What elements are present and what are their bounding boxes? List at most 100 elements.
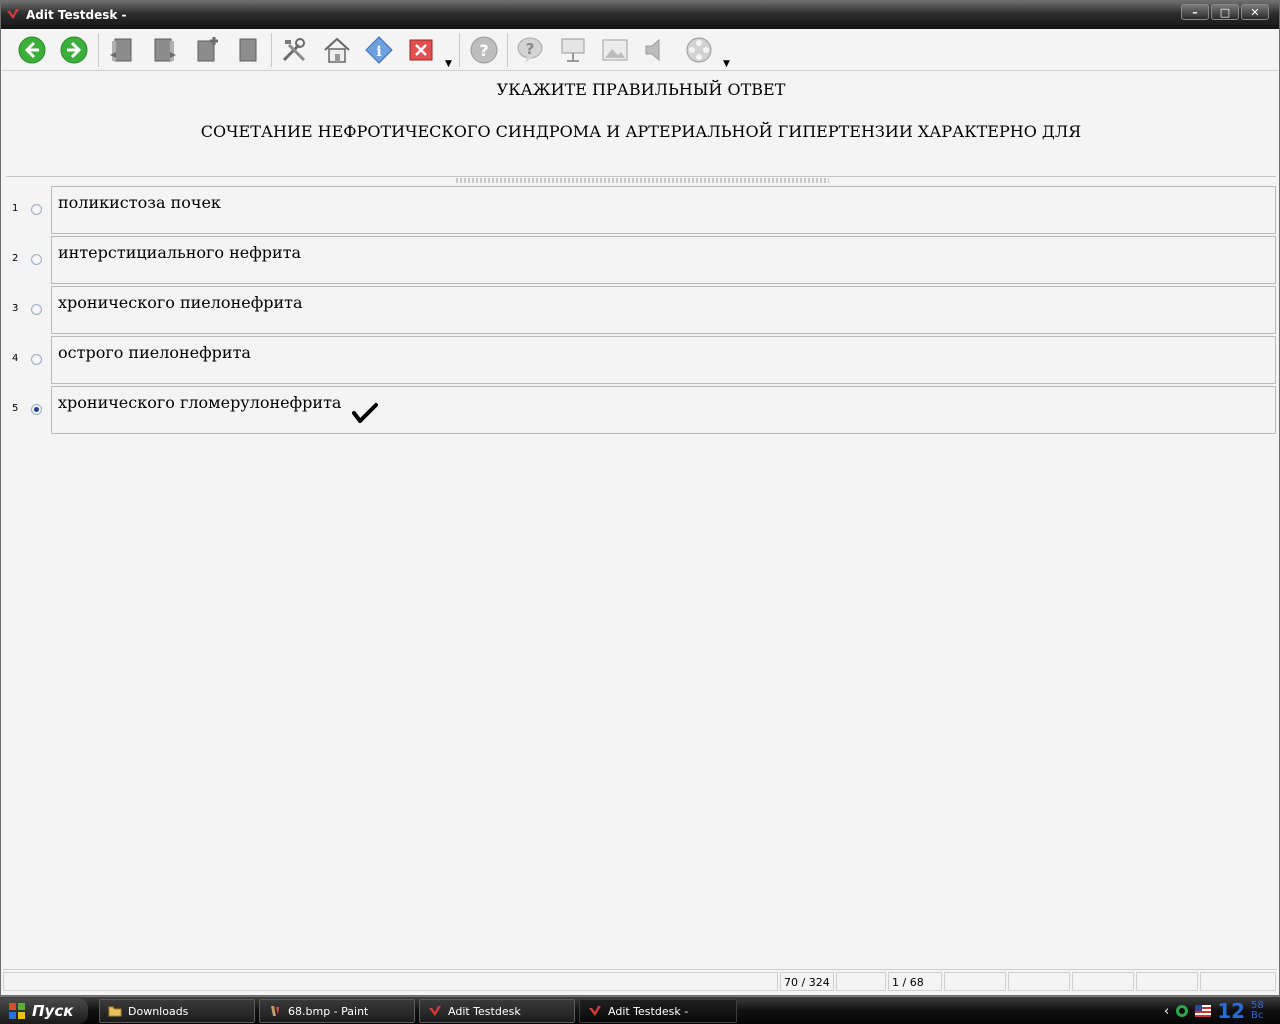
home-button[interactable] xyxy=(320,33,354,67)
answer-radio-3[interactable] xyxy=(31,304,42,315)
answer-box[interactable]: хронического пиелонефрита xyxy=(51,286,1276,334)
answer-number: 2 xyxy=(12,253,19,264)
tools-button[interactable] xyxy=(277,33,311,67)
dropdown-arrow-icon[interactable]: ▼ xyxy=(723,59,730,69)
answer-text: хронического гломерулонефрита xyxy=(58,393,342,412)
book-add-button[interactable] xyxy=(190,33,224,67)
answer-text: поликистоза почек xyxy=(58,193,221,212)
progress-counter: 70 / 324 xyxy=(780,972,834,991)
status-cell xyxy=(1072,972,1134,991)
answer-row-1[interactable]: 1 поликистоза почек xyxy=(6,186,1276,234)
status-cell xyxy=(944,972,1006,991)
app-logo-icon xyxy=(589,1006,601,1016)
chevron-left-icon[interactable]: ‹ xyxy=(1164,1004,1169,1019)
svg-text:i: i xyxy=(376,44,381,60)
task-testdesk[interactable]: Adit Testdesk xyxy=(419,999,575,1023)
help-bubble-icon: ? xyxy=(517,37,543,63)
answer-radio-5[interactable] xyxy=(31,404,42,415)
task-label: Downloads xyxy=(128,1004,189,1018)
answer-box[interactable]: хронического гломерулонефрита xyxy=(51,386,1276,434)
maximize-button[interactable]: □ xyxy=(1211,4,1239,20)
main-window: Adit Testdesk - – □ ✕ i ▼ ? ? ▼ УКАЖИТЕ … xyxy=(0,0,1280,996)
sound-icon xyxy=(645,38,660,62)
network-icon[interactable] xyxy=(1175,1004,1189,1018)
question-panel: УКАЖИТЕ ПРАВИЛЬНЫЙ ОТВЕТ СОЧЕТАНИЕ НЕФРО… xyxy=(6,72,1276,177)
answer-radio-2[interactable] xyxy=(31,254,42,265)
task-downloads[interactable]: Downloads xyxy=(99,999,255,1023)
dropdown-arrow-icon[interactable]: ▼ xyxy=(445,59,452,69)
answer-box[interactable]: интерстициального нефрита xyxy=(51,236,1276,284)
answer-box[interactable]: поликистоза почек xyxy=(51,186,1276,234)
answer-number: 3 xyxy=(12,303,19,314)
task-paint[interactable]: 68.bmp - Paint xyxy=(259,999,415,1023)
hint-button[interactable]: ? xyxy=(513,33,547,67)
book-icon xyxy=(239,38,257,62)
minimize-button[interactable]: – xyxy=(1181,4,1209,20)
film-icon xyxy=(686,37,712,63)
answer-radio-4[interactable] xyxy=(31,354,42,365)
toolbar: i ▼ ? ? ▼ xyxy=(1,29,1279,71)
page-counter: 1 / 68 xyxy=(888,972,942,991)
close-red-icon xyxy=(409,39,433,61)
forward-icon xyxy=(60,36,88,64)
answer-radio-1[interactable] xyxy=(31,204,42,215)
question-text: СОЧЕТАНИЕ НЕФРОТИЧЕСКОГО СИНДРОМА И АРТЕ… xyxy=(200,122,1082,141)
film-button[interactable] xyxy=(682,33,716,67)
answer-box[interactable]: острого пиелонефрита xyxy=(51,336,1276,384)
flag-icon[interactable] xyxy=(1195,1005,1212,1017)
start-label: Пуск xyxy=(32,1002,74,1020)
paint-icon xyxy=(271,1006,279,1016)
help-circle-icon: ? xyxy=(470,36,498,64)
book-add-icon xyxy=(197,37,218,62)
answer-row-5[interactable]: 5 хронического гломерулонефрита xyxy=(6,386,1276,434)
back-button[interactable] xyxy=(15,33,49,67)
splitter-handle[interactable] xyxy=(456,178,829,183)
status-cell xyxy=(3,972,778,991)
start-button[interactable]: Пуск xyxy=(0,998,88,1024)
book-next-button[interactable] xyxy=(147,33,181,67)
info-icon: i xyxy=(365,36,393,64)
status-cell xyxy=(1008,972,1070,991)
answer-number: 1 xyxy=(12,203,19,214)
task-label: Adit Testdesk xyxy=(448,1004,521,1018)
back-icon xyxy=(18,36,46,64)
picture-button[interactable] xyxy=(598,33,632,67)
clock-day: Вс xyxy=(1251,1010,1264,1021)
tools-icon xyxy=(282,38,306,62)
help-button[interactable]: ? xyxy=(467,33,501,67)
system-tray: ‹ 12 58 Вс xyxy=(1154,997,1280,1024)
home-icon xyxy=(324,37,350,63)
title-bar[interactable]: Adit Testdesk - – □ ✕ xyxy=(1,1,1279,29)
svg-text:?: ? xyxy=(526,40,535,58)
answer-row-4[interactable]: 4 острого пиелонефрита xyxy=(6,336,1276,384)
answer-text: острого пиелонефрита xyxy=(58,343,251,362)
checkmark-icon xyxy=(352,403,378,423)
close-button[interactable]: ✕ xyxy=(1241,4,1269,20)
taskbar: Пуск Downloads 68.bmp - Paint Adit Testd… xyxy=(0,996,1280,1024)
forward-button[interactable] xyxy=(57,33,91,67)
info-button[interactable]: i xyxy=(362,33,396,67)
window-title: Adit Testdesk - xyxy=(26,8,127,22)
book-button[interactable] xyxy=(231,33,265,67)
svg-text:?: ? xyxy=(479,41,488,60)
answer-number: 5 xyxy=(12,403,19,414)
status-cell xyxy=(836,972,886,991)
status-cell xyxy=(1200,972,1276,991)
close-test-button[interactable] xyxy=(404,33,438,67)
book-prev-button[interactable] xyxy=(105,33,139,67)
answer-number: 4 xyxy=(12,353,19,364)
task-testdesk-active[interactable]: Adit Testdesk - xyxy=(579,999,737,1023)
clock-hour[interactable]: 12 xyxy=(1217,999,1245,1023)
book-prev-icon xyxy=(110,38,132,62)
answer-row-3[interactable]: 3 хронического пиелонефрита xyxy=(6,286,1276,334)
presentation-button[interactable] xyxy=(556,33,590,67)
question-title: УКАЖИТЕ ПРАВИЛЬНЫЙ ОТВЕТ xyxy=(496,80,786,99)
status-bar: 70 / 324 1 / 68 xyxy=(3,969,1277,991)
task-label: Adit Testdesk - xyxy=(608,1004,689,1018)
answer-row-2[interactable]: 2 интерстициального нефрита xyxy=(6,236,1276,284)
task-label: 68.bmp - Paint xyxy=(288,1004,369,1018)
app-logo-icon xyxy=(7,9,19,19)
book-next-icon xyxy=(154,38,176,62)
windows-logo-icon xyxy=(9,1003,25,1019)
sound-button[interactable] xyxy=(639,33,673,67)
